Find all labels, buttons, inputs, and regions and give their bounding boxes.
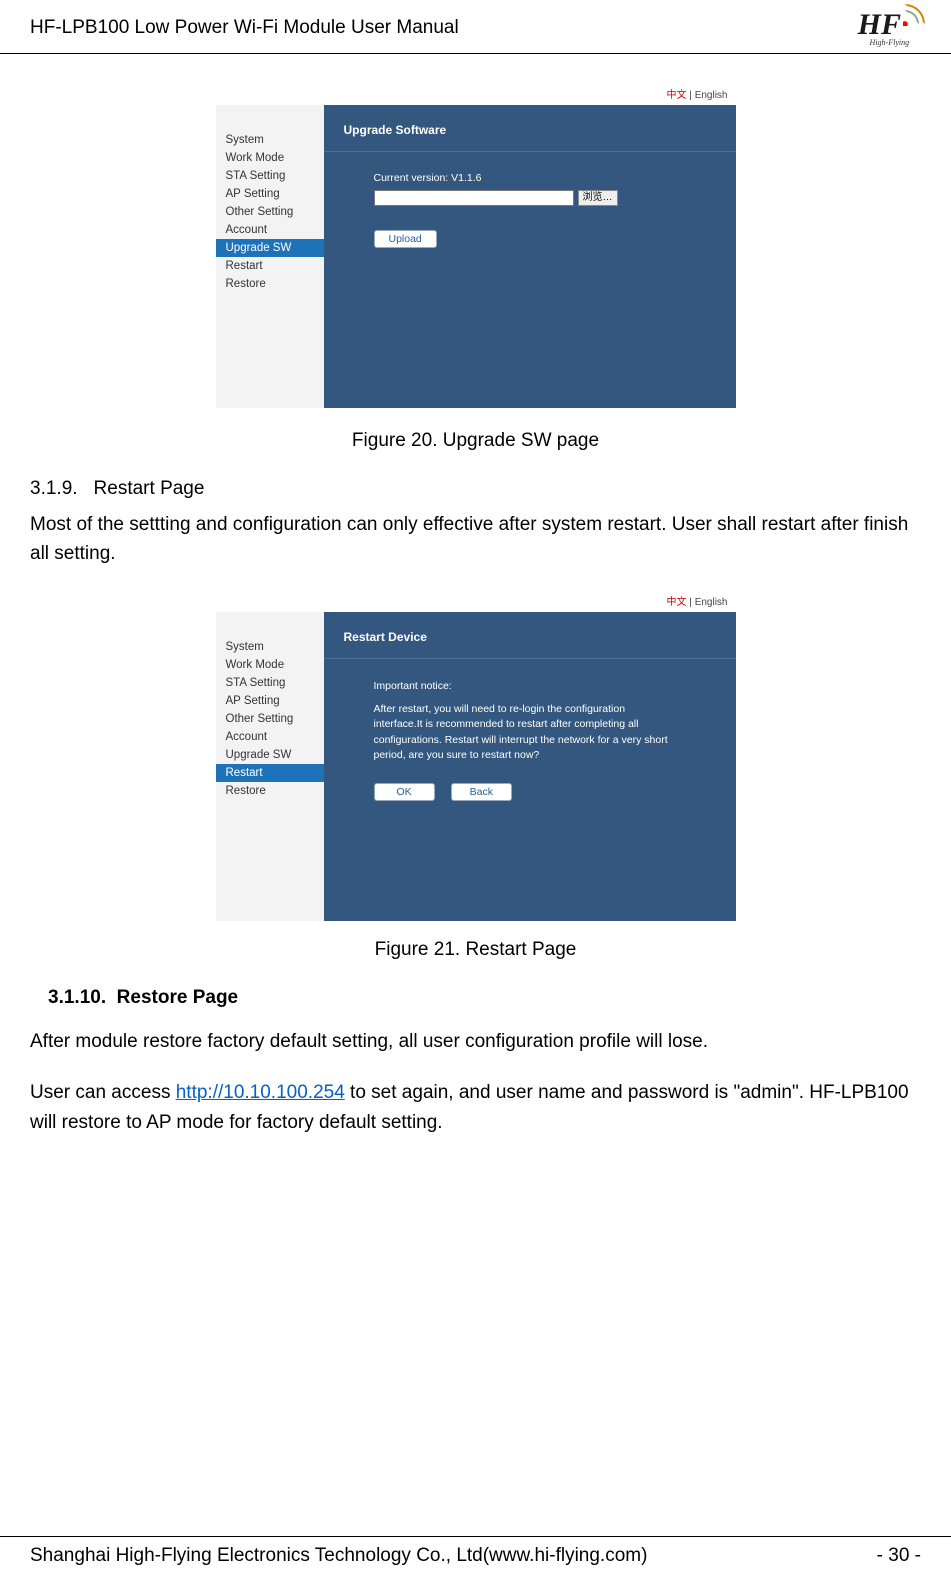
section-319-body: Most of the settting and configuration c… — [30, 510, 921, 569]
sidebar-nav: System Work Mode STA Setting AP Setting … — [216, 105, 324, 408]
file-path-input[interactable] — [374, 190, 574, 206]
sidebar-item-sta-setting[interactable]: STA Setting — [216, 674, 324, 692]
sidebar-nav: System Work Mode STA Setting AP Setting … — [216, 612, 324, 921]
sidebar-item-system[interactable]: System — [216, 638, 324, 656]
notice-body: After restart, you will need to re-login… — [374, 702, 674, 763]
lang-english-link[interactable]: English — [695, 597, 728, 608]
ok-button[interactable]: OK — [374, 783, 435, 801]
signal-icon — [903, 8, 921, 26]
page-header: HF-LPB100 Low Power Wi-Fi Module User Ma… — [0, 0, 951, 54]
config-url-link[interactable]: http://10.10.100.254 — [176, 1082, 345, 1103]
sidebar-item-work-mode[interactable]: Work Mode — [216, 656, 324, 674]
figure-21-caption: Figure 21. Restart Page — [30, 939, 921, 961]
section-3110-heading: 3.1.10. Restore Page — [30, 987, 921, 1009]
logo-text: HF — [858, 8, 901, 41]
page-footer: Shanghai High-Flying Electronics Technol… — [0, 1536, 951, 1567]
section-319-heading: 3.1.9.Restart Page — [30, 478, 921, 500]
current-version-label: Current version: V1.1.6 — [374, 172, 716, 184]
section-3110-body1: After module restore factory default set… — [30, 1027, 921, 1056]
sidebar-item-account[interactable]: Account — [216, 221, 324, 239]
sidebar-item-upgrade-sw[interactable]: Upgrade SW — [216, 239, 324, 257]
sidebar-item-restart[interactable]: Restart — [216, 257, 324, 275]
lang-english-link[interactable]: English — [695, 90, 728, 101]
language-switch: 中文 | English — [216, 84, 736, 105]
lang-chinese-link[interactable]: 中文 — [667, 597, 687, 608]
sidebar-item-work-mode[interactable]: Work Mode — [216, 149, 324, 167]
figure-20-caption: Figure 20. Upgrade SW page — [30, 430, 921, 452]
document-title: HF-LPB100 Low Power Wi-Fi Module User Ma… — [30, 17, 459, 39]
panel-title: Upgrade Software — [324, 105, 736, 152]
sidebar-item-other-setting[interactable]: Other Setting — [216, 203, 324, 221]
upload-button[interactable]: Upload — [374, 230, 437, 248]
figure-21: 中文 | English System Work Mode STA Settin… — [30, 591, 921, 921]
figure-20: 中文 | English System Work Mode STA Settin… — [30, 84, 921, 408]
sidebar-item-upgrade-sw[interactable]: Upgrade SW — [216, 746, 324, 764]
language-switch: 中文 | English — [216, 591, 736, 612]
sidebar-item-ap-setting[interactable]: AP Setting — [216, 692, 324, 710]
sidebar-item-restore[interactable]: Restore — [216, 782, 324, 800]
lang-chinese-link[interactable]: 中文 — [667, 90, 687, 101]
section-3110-body2: User can access http://10.10.100.254 to … — [30, 1078, 921, 1137]
sidebar-item-account[interactable]: Account — [216, 728, 324, 746]
sidebar-item-other-setting[interactable]: Other Setting — [216, 710, 324, 728]
brand-logo: HF High-Flying — [858, 8, 921, 47]
sidebar-item-restart[interactable]: Restart — [216, 764, 324, 782]
sidebar-item-ap-setting[interactable]: AP Setting — [216, 185, 324, 203]
sidebar-item-restore[interactable]: Restore — [216, 275, 324, 293]
back-button[interactable]: Back — [451, 783, 512, 801]
notice-title: Important notice: — [374, 679, 716, 694]
panel-title: Restart Device — [324, 612, 736, 659]
browse-button[interactable]: 浏览… — [578, 190, 618, 206]
page-number: - 30 - — [877, 1545, 921, 1567]
sidebar-item-system[interactable]: System — [216, 131, 324, 149]
sidebar-item-sta-setting[interactable]: STA Setting — [216, 167, 324, 185]
footer-company: Shanghai High-Flying Electronics Technol… — [30, 1545, 647, 1567]
main-panel-upgrade: Upgrade Software Current version: V1.1.6… — [324, 105, 736, 408]
main-panel-restart: Restart Device Important notice: After r… — [324, 612, 736, 921]
